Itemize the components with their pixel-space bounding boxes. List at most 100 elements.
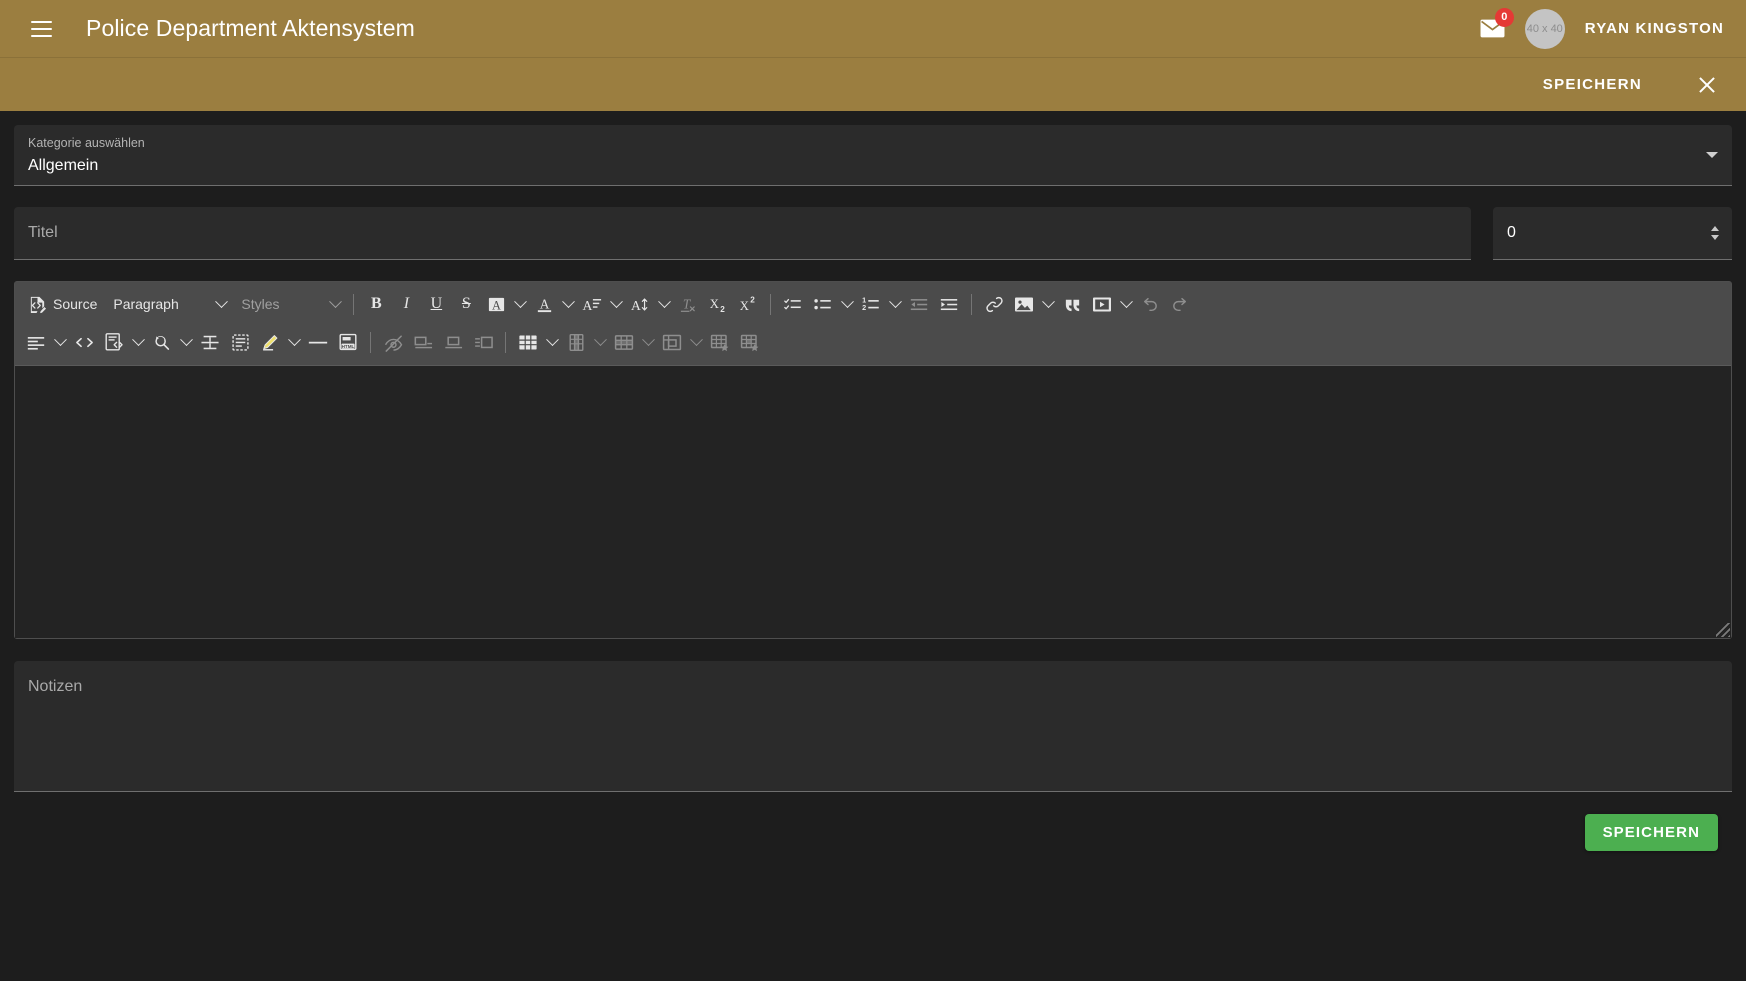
horizontal-line-icon [308, 341, 328, 344]
text-alignment-button[interactable] [21, 327, 51, 357]
title-placeholder: Titel [28, 224, 58, 241]
number-input[interactable]: 0 [1493, 207, 1732, 260]
font-size-button[interactable]: A [625, 289, 655, 319]
number-stepper[interactable] [1711, 226, 1719, 240]
highlight-marker-dropdown[interactable] [285, 327, 303, 357]
link-button[interactable] [979, 289, 1009, 319]
chevron-down-icon [545, 332, 559, 346]
table-column-dropdown[interactable] [591, 327, 609, 357]
paragraph-format-dropdown[interactable]: Paragraph [104, 289, 232, 319]
font-size-dropdown[interactable] [655, 289, 673, 319]
save-button[interactable]: SPEICHERN [1584, 814, 1718, 851]
redo-button[interactable] [1165, 289, 1195, 319]
insert-media-button[interactable] [1087, 289, 1117, 319]
insert-template-button[interactable] [225, 327, 255, 357]
toolbar-separator [353, 293, 355, 315]
bulleted-list-icon [814, 298, 832, 309]
table-row-icon [614, 334, 634, 350]
superscript-button[interactable]: X 2 [733, 289, 763, 319]
svg-text:X: X [740, 298, 749, 312]
notes-input[interactable]: Notizen [14, 661, 1732, 792]
insert-table-button[interactable] [513, 327, 543, 357]
page-title: Police Department Aktensystem [86, 15, 415, 41]
editor-toolbar-row-2: HTML [21, 323, 1725, 361]
font-background-color-button[interactable]: A [481, 289, 511, 319]
font-family-dropdown[interactable] [607, 289, 625, 319]
numbered-list-dropdown[interactable] [886, 289, 904, 319]
increase-indent-button[interactable] [934, 289, 964, 319]
page-break-button[interactable] [195, 327, 225, 357]
font-family-button[interactable]: A [577, 289, 607, 319]
category-select[interactable]: Kategorie auswählen Allgemein [14, 125, 1732, 186]
superscript-icon: X 2 [740, 295, 756, 312]
inline-code-button[interactable] [69, 327, 99, 357]
bold-button[interactable]: B [361, 289, 391, 319]
close-icon[interactable] [1690, 68, 1724, 102]
svg-text:2: 2 [721, 304, 726, 313]
todo-list-button[interactable] [778, 289, 808, 319]
table-row-dropdown[interactable] [639, 327, 657, 357]
hamburger-menu-icon[interactable] [24, 12, 58, 46]
highlight-marker-button[interactable] [255, 327, 285, 357]
title-input[interactable]: Titel [14, 207, 1471, 260]
toggle-image-caption-button[interactable] [378, 327, 408, 357]
avatar[interactable]: 40 x 40 [1524, 8, 1565, 49]
insert-table-dropdown[interactable] [543, 327, 561, 357]
numbered-list-button[interactable]: 1 2 [856, 289, 886, 319]
insert-media-dropdown[interactable] [1117, 289, 1135, 319]
code-block-button[interactable] [99, 327, 129, 357]
table-column-button[interactable] [561, 327, 591, 357]
form-body: Kategorie auswählen Allgemein Titel 0 So… [0, 111, 1746, 981]
table-properties-button[interactable] [705, 327, 735, 357]
decrease-indent-button[interactable] [904, 289, 934, 319]
merge-cells-icon [662, 334, 682, 350]
chevron-down-icon [888, 294, 902, 308]
insert-image-dropdown[interactable] [1039, 289, 1057, 319]
styles-dropdown[interactable]: Styles [232, 289, 346, 319]
bulleted-list-button[interactable] [808, 289, 838, 319]
horizontal-line-button[interactable] [303, 327, 333, 357]
table-row-button[interactable] [609, 327, 639, 357]
chevron-down-icon [179, 332, 193, 346]
chevron-down-icon [329, 294, 343, 308]
font-color-dropdown[interactable] [559, 289, 577, 319]
text-alignment-dropdown[interactable] [51, 327, 69, 357]
table-properties-icon [710, 334, 729, 351]
image-align-left-button[interactable] [408, 327, 438, 357]
remove-format-button[interactable]: T [673, 289, 703, 319]
undo-icon [1144, 297, 1158, 311]
todo-list-icon [784, 298, 802, 309]
chevron-down-icon[interactable] [1706, 152, 1718, 158]
strikethrough-button[interactable]: S [451, 289, 481, 319]
user-name-label[interactable]: RYAN KINGSTON [1585, 20, 1724, 37]
merge-cells-button[interactable] [657, 327, 687, 357]
image-align-center-button[interactable] [438, 327, 468, 357]
chevron-down-icon [215, 294, 229, 308]
messages-button[interactable]: 0 [1475, 7, 1514, 47]
source-button[interactable]: Source [21, 289, 104, 319]
stepper-down-icon[interactable] [1711, 235, 1719, 240]
find-and-replace-dropdown[interactable] [177, 327, 195, 357]
editor-content-area[interactable] [15, 366, 1731, 638]
block-quote-button[interactable] [1057, 289, 1087, 319]
find-and-replace-button[interactable] [147, 327, 177, 357]
subscript-button[interactable]: X 2 [703, 289, 733, 319]
block-quote-icon [1065, 299, 1080, 311]
insert-image-button[interactable] [1009, 289, 1039, 319]
italic-button[interactable]: I [391, 289, 421, 319]
font-color-button[interactable]: A [529, 289, 559, 319]
bulleted-list-dropdown[interactable] [838, 289, 856, 319]
resize-grip-icon[interactable] [1716, 623, 1730, 637]
merge-cells-dropdown[interactable] [687, 327, 705, 357]
underline-button[interactable]: U [421, 289, 451, 319]
image-text-wrap-button[interactable] [468, 327, 498, 357]
stepper-up-icon[interactable] [1711, 226, 1719, 231]
undo-button[interactable] [1135, 289, 1165, 319]
table-cell-properties-button[interactable] [735, 327, 765, 357]
html-embed-button[interactable]: HTML [333, 327, 363, 357]
title-and-number-row: Titel 0 [14, 207, 1732, 260]
save-button-top[interactable]: SPEICHERN [1533, 68, 1652, 101]
font-background-color-dropdown[interactable] [511, 289, 529, 319]
code-block-dropdown[interactable] [129, 327, 147, 357]
hamburger-line [30, 20, 52, 23]
